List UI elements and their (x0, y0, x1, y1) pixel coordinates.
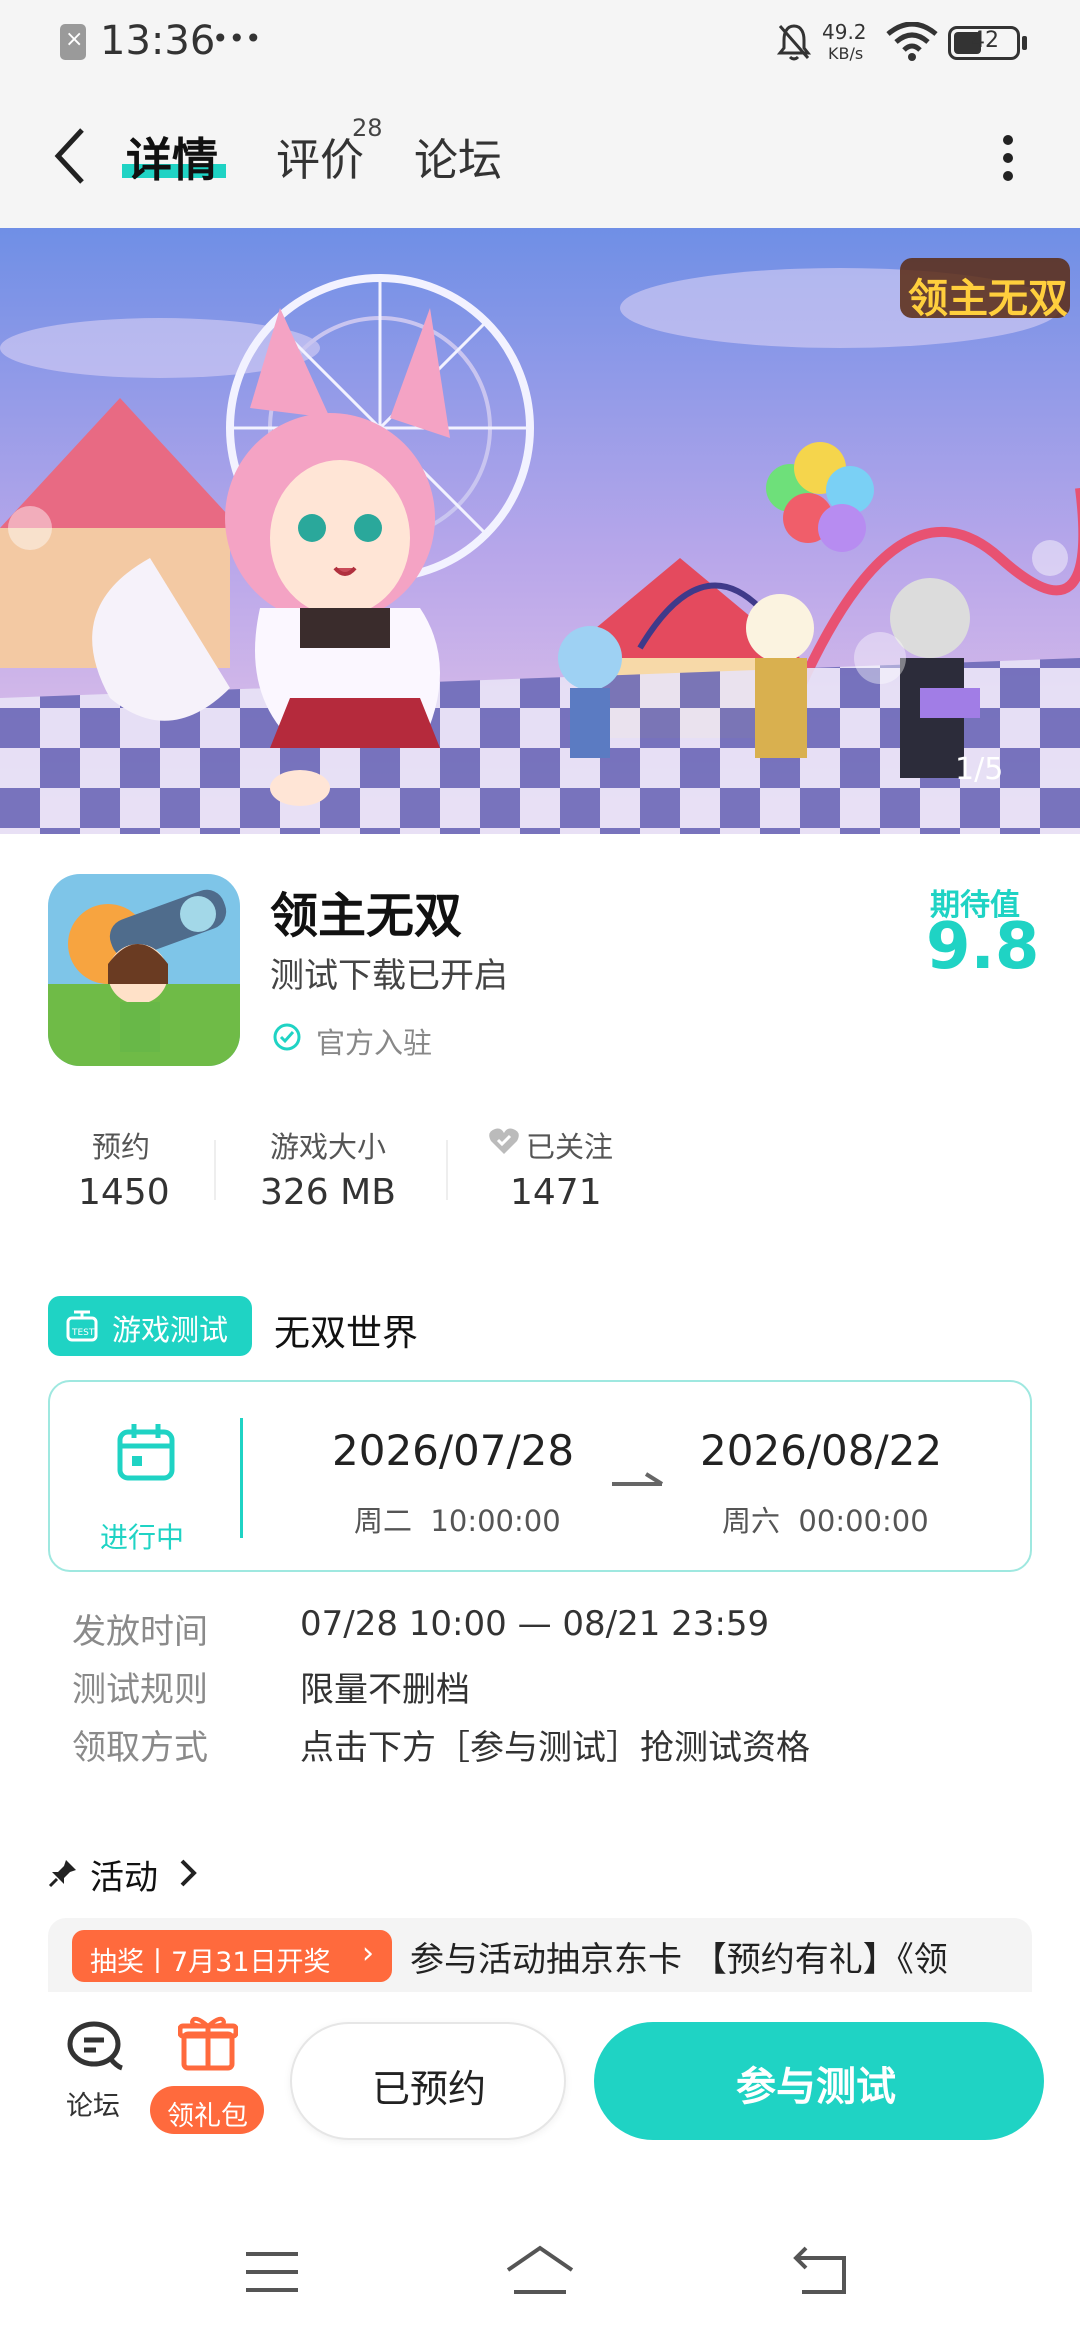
tag-chevron-icon: › (362, 1936, 374, 1971)
end-date: 2026/08/22 (700, 1426, 943, 1475)
battery-level: 42 (971, 28, 999, 53)
info-value-distribution: 07/28 10:00 — 08/21 23:59 (300, 1604, 770, 1644)
pin-icon (48, 1860, 76, 1888)
home-icon[interactable] (504, 2244, 576, 2296)
activity-card[interactable]: 抽奖丨7月31日开奖 › 参与活动抽京东卡 【预约有礼】《领 (48, 1918, 1032, 1992)
info-value-rules: 限量不删档 (300, 1670, 470, 1710)
game-title: 领主无双 (270, 888, 463, 944)
start-time: 周二 10:00:00 (354, 1504, 561, 1538)
activity-tag: 抽奖丨7月31日开奖 › (72, 1930, 392, 1982)
battery-icon: 42 (948, 26, 1020, 60)
expectation-score: 9.8 (926, 910, 1040, 984)
game-banner-carousel[interactable]: 领主无双 1/5 (0, 228, 1080, 834)
tab-forum[interactable]: 论坛 (414, 124, 502, 188)
tab-reviews[interactable]: 评价 (276, 124, 364, 188)
test-name: 无双世界 (274, 1313, 419, 1354)
status-time: 13:36 (100, 18, 216, 64)
gift-pack-label: 领礼包 (150, 2086, 264, 2134)
sim-off-icon: × (60, 24, 86, 60)
back-arrow-icon[interactable] (52, 126, 92, 186)
top-nav: 详情 评价 28 论坛 (0, 84, 1080, 228)
banner-game-logo: 领主无双 (908, 276, 1068, 322)
gift-pack-button[interactable]: 领礼包 (148, 2012, 268, 2152)
stat-reserve-value: 1450 (78, 1172, 170, 1213)
stat-follow-label: 已关注 (526, 1130, 614, 1164)
stat-reserve-label: 预约 (92, 1130, 151, 1164)
test-period-card: 进行中 2026/07/28 周二 10:00:00 2026/08/22 周六… (48, 1380, 1032, 1572)
back-nav-icon[interactable] (792, 2244, 852, 2296)
info-label-rules: 测试规则 (72, 1670, 208, 1710)
status-bar: × 13:36 ••• 49.2 KB/s 42 (0, 0, 1080, 84)
stat-divider (214, 1140, 216, 1200)
banner-page-counter: 1/5 (955, 752, 1004, 787)
official-label: 官方入驻 (316, 1026, 433, 1060)
menu-icon[interactable] (244, 2250, 300, 2294)
heart-icon (489, 1128, 519, 1154)
calendar-icon (117, 1424, 175, 1481)
game-subtitle: 测试下载已开启 (270, 956, 508, 996)
forum-icon (67, 2021, 123, 2071)
net-speed-unit: KB/s (828, 44, 864, 63)
wifi-icon (886, 22, 938, 61)
chevron-right-icon (180, 1859, 197, 1887)
mute-icon (776, 24, 812, 61)
to-arrow-icon (612, 1472, 664, 1486)
more-options-icon[interactable] (996, 134, 1020, 184)
stat-follow-value: 1471 (510, 1172, 602, 1213)
info-label-method: 领取方式 (72, 1728, 208, 1768)
net-speed-value: 49.2 (822, 20, 867, 44)
join-test-button[interactable]: 参与测试 (594, 2022, 1044, 2140)
forum-button[interactable]: 论坛 (50, 2018, 140, 2138)
game-icon (48, 874, 240, 1066)
game-test-badge: TEST 游戏测试 (48, 1296, 252, 1356)
test-icon: TEST (66, 1310, 98, 1342)
verified-check-icon (273, 1023, 301, 1051)
stat-divider (446, 1140, 448, 1200)
activity-text: 参与活动抽京东卡 【预约有礼】《领 (410, 1940, 948, 1980)
gift-icon (178, 2016, 238, 2071)
card-divider (240, 1418, 243, 1538)
system-nav-bar (0, 2200, 1080, 2340)
tab-details[interactable]: 详情 (122, 124, 226, 190)
activity-title: 活动 (90, 1858, 158, 1898)
svg-text:TEST: TEST (71, 1328, 95, 1338)
bottom-action-bar: 论坛 领礼包 已预约 参与测试 (0, 1992, 1080, 2172)
more-status-dots: ••• (212, 22, 262, 55)
activity-header[interactable]: 活动 (48, 1850, 308, 1900)
end-time: 周六 00:00:00 (722, 1504, 929, 1538)
start-date: 2026/07/28 (332, 1426, 575, 1475)
info-value-method: 点击下方［参与测试］抢测试资格 (300, 1728, 810, 1768)
info-label-distribution: 发放时间 (72, 1612, 208, 1652)
stat-size-value: 326 MB (260, 1172, 396, 1213)
reviews-count-badge: 28 (352, 114, 383, 142)
reserved-button[interactable]: 已预约 (290, 2022, 566, 2140)
test-status: 进行中 (100, 1521, 185, 1554)
stat-size-label: 游戏大小 (270, 1130, 387, 1164)
